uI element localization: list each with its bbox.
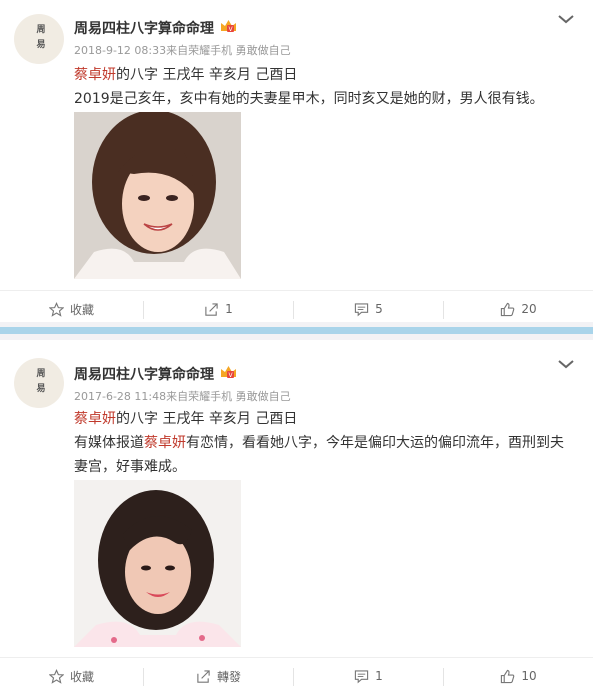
author-name[interactable]: 周易四柱八字算命命理 <box>74 364 214 384</box>
star-outline-icon <box>48 301 64 317</box>
mention-link[interactable]: 蔡卓妍 <box>74 411 116 427</box>
avatar-logo-text: 周易 <box>34 24 45 54</box>
favorite-label: 收藏 <box>69 669 94 684</box>
action-bar: 收藏 1 5 20 <box>0 290 593 326</box>
post-photo[interactable] <box>74 112 241 279</box>
author-name[interactable]: 周易四柱八字算命命理 <box>74 18 214 38</box>
post-text-line: 蔡卓妍的八字 王戌年 辛亥月 己酉日 <box>74 408 297 428</box>
chevron-down-icon[interactable] <box>556 12 576 26</box>
repost-label: 轉發 <box>216 669 241 684</box>
star-outline-icon <box>48 668 64 684</box>
weibo-post: 周易 周易四柱八字算命命理 V 2018-9-12 08:33来自荣耀手机 勇敢… <box>0 0 593 322</box>
thumbs-up-icon <box>501 669 515 683</box>
post-meta: 2017-6-28 11:48来自荣耀手机 勇敢做自己 <box>74 390 291 403</box>
post-text: 有恋情，看看她八字，今年是偏印大运的偏印流年，酉刑到夫 <box>186 435 564 451</box>
post-meta: 2018-9-12 08:33来自荣耀手机 勇敢做自己 <box>74 44 291 57</box>
comment-bubble-icon <box>355 669 369 683</box>
avatar[interactable]: 周易 <box>14 358 64 408</box>
portrait-image <box>74 480 241 647</box>
mention-link[interactable]: 蔡卓妍 <box>144 435 186 451</box>
portrait-image <box>74 112 241 279</box>
weibo-post: 周易 周易四柱八字算命命理 V 2017-6-28 11:48来自荣耀手机 勇敢… <box>0 340 593 693</box>
share-arrow-icon <box>197 669 210 683</box>
post-text: 有媒体报道 <box>74 435 144 451</box>
vip-crown-badge-icon: V <box>221 20 236 33</box>
post-text: 的八字 王戌年 辛亥月 己酉日 <box>116 411 298 427</box>
like-button[interactable]: 10 <box>444 658 593 693</box>
post-text: 的八字 王戌年 辛亥月 己酉日 <box>116 67 298 83</box>
comment-button[interactable]: 1 <box>294 658 443 693</box>
post-text-line: 2019是己亥年，亥中有她的夫妻星甲木，同时亥又是她的财，男人很有钱。 <box>74 91 544 107</box>
share-arrow-icon <box>205 302 218 316</box>
thumbs-up-icon <box>501 302 515 316</box>
like-count: 20 <box>521 302 537 316</box>
favorite-label: 收藏 <box>69 302 94 317</box>
like-count: 10 <box>521 669 537 683</box>
comment-count: 5 <box>375 302 383 316</box>
avatar[interactable]: 周易 <box>14 14 64 64</box>
avatar-logo-text: 周易 <box>34 368 45 398</box>
action-bar: 收藏 轉發 1 10 <box>0 657 593 693</box>
comment-count: 1 <box>375 669 383 683</box>
post-photo[interactable] <box>74 480 241 647</box>
divider-accent <box>0 327 593 334</box>
chevron-down-icon[interactable] <box>556 357 576 371</box>
repost-button[interactable]: 轉發 <box>144 658 293 693</box>
comment-bubble-icon <box>355 302 369 316</box>
feed-divider <box>0 322 593 340</box>
favorite-button[interactable]: 收藏 <box>0 658 143 693</box>
post-text-line: 有媒体报道蔡卓妍有恋情，看看她八字，今年是偏印大运的偏印流年，酉刑到夫 <box>74 432 564 452</box>
mention-link[interactable]: 蔡卓妍 <box>74 67 116 83</box>
post-text-line: 蔡卓妍的八字 王戌年 辛亥月 己酉日 <box>74 64 297 84</box>
vip-crown-badge-icon: V <box>221 366 236 379</box>
post-text-line: 妻宫，好事难成。 <box>74 459 186 475</box>
repost-count: 1 <box>225 302 233 316</box>
